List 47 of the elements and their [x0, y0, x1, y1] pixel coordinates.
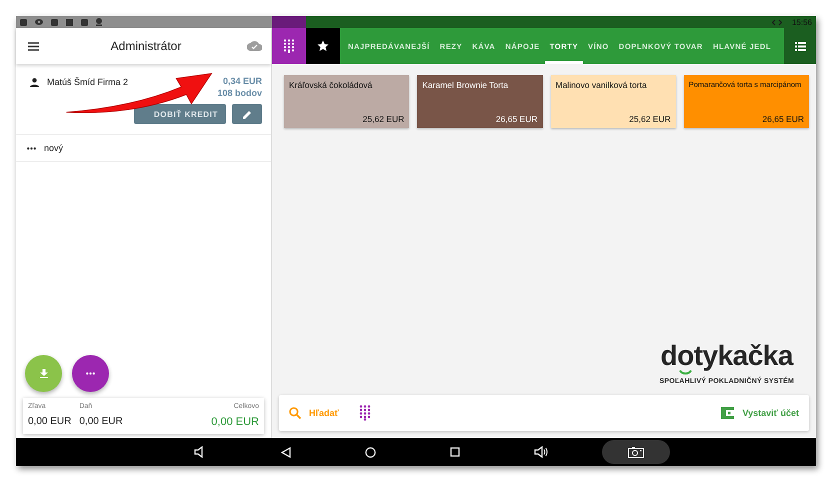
- total-value: 0,00 EUR: [28, 416, 72, 427]
- star-icon: [317, 40, 329, 52]
- more-icon: [27, 146, 36, 150]
- operator-title: Administrátor: [110, 39, 182, 53]
- keypad-icon: [283, 39, 295, 53]
- list-icon: [794, 42, 806, 50]
- new-order-label[interactable]: nový: [44, 143, 64, 153]
- app-notification-icon: [81, 18, 88, 26]
- clock-text: 15:56: [792, 18, 812, 26]
- search-button[interactable]: Hľadať: [289, 407, 339, 419]
- download-icon: [40, 369, 48, 378]
- favorites-button[interactable]: [306, 28, 340, 64]
- edit-button[interactable]: [232, 104, 262, 124]
- balance-text: 0,34 EUR: [222, 76, 262, 86]
- pencil-icon: [242, 110, 252, 118]
- menu-icon[interactable]: [28, 42, 39, 50]
- app-notification-icon: [51, 18, 58, 26]
- wallet-icon: [721, 407, 734, 419]
- product-tile[interactable]: Karamel Brownie Torta 26,65 EUR: [417, 75, 542, 128]
- cloud-icon[interactable]: [247, 41, 262, 51]
- logo-wordmark: dotykačka: [660, 342, 793, 370]
- eye-icon: [35, 19, 43, 25]
- keypad-icon[interactable]: [358, 405, 371, 421]
- volume-up-icon[interactable]: [534, 446, 548, 458]
- list-view-button[interactable]: [784, 28, 816, 64]
- home-icon[interactable]: [365, 446, 376, 458]
- keypad-button[interactable]: [272, 28, 306, 64]
- product-tile[interactable]: Malinovo vanilková torta 25,62 EUR: [550, 75, 676, 128]
- camera-icon: [628, 446, 644, 458]
- webcam-icon: [96, 18, 102, 26]
- product-tile[interactable]: Kráľovská čokoládová 25,62 EUR: [284, 75, 410, 128]
- image-icon: [66, 18, 73, 26]
- points-text: 108 bodov: [217, 88, 262, 98]
- search-icon: [289, 407, 301, 419]
- smile-arc-icon: [679, 370, 692, 375]
- total-value: 0,00 EUR: [79, 416, 123, 427]
- customer-name: Matúš Šmíd Firma 2: [47, 77, 130, 87]
- person-icon: [30, 78, 39, 87]
- total-value: 0,00 EUR: [211, 416, 259, 428]
- more-button[interactable]: [72, 355, 109, 392]
- invoice-button[interactable]: Vystaviť účet: [721, 407, 799, 419]
- app-notification-icon: [20, 18, 27, 26]
- screenshot-button[interactable]: [602, 440, 670, 464]
- more-icon: [86, 372, 95, 375]
- back-icon[interactable]: [281, 446, 291, 458]
- recents-icon[interactable]: [450, 447, 460, 457]
- add-credit-button[interactable]: DOBIŤ KREDIT: [134, 104, 226, 124]
